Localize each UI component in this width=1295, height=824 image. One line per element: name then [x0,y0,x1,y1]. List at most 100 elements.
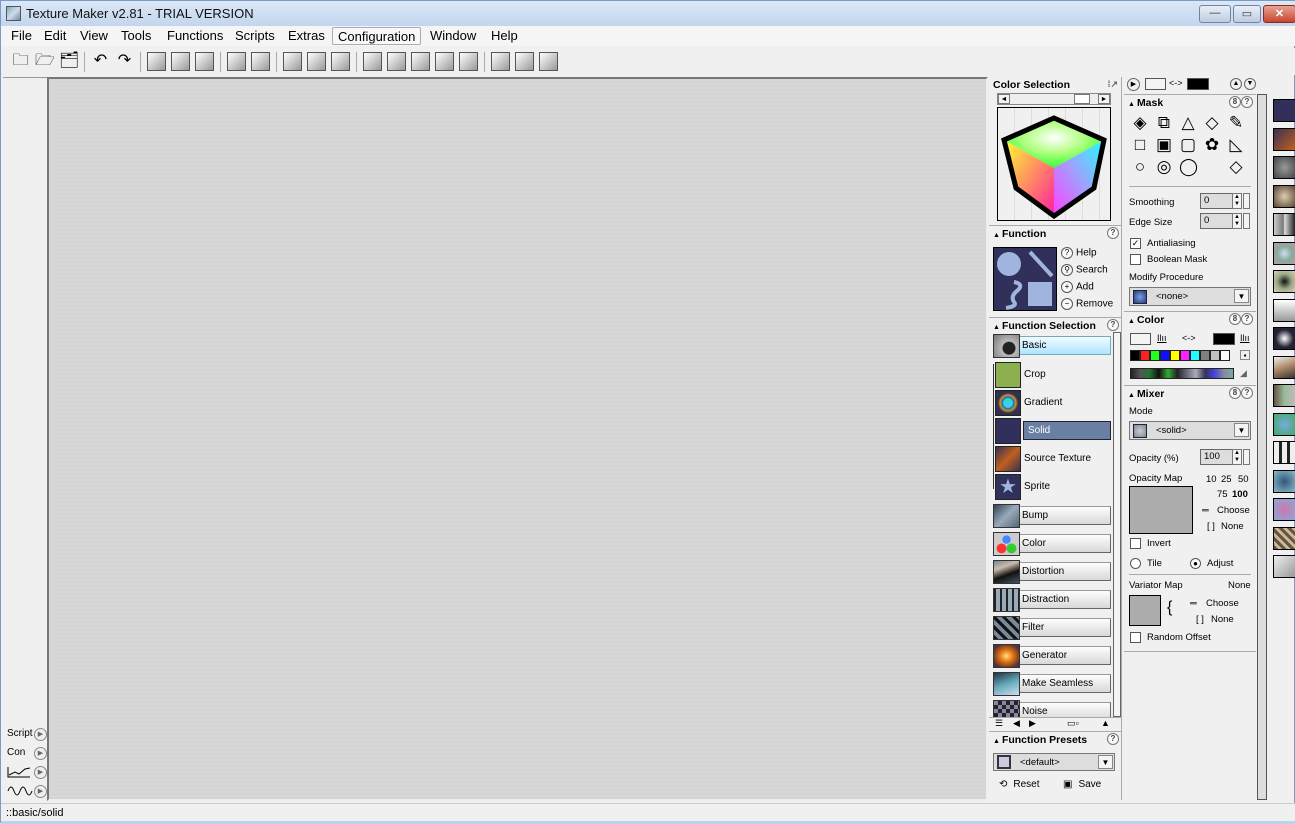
palette-swatch[interactable] [1150,350,1160,361]
opacity-map-choose-button[interactable]: Choose [1217,505,1250,516]
palette-swatch[interactable] [1130,350,1140,361]
function-selection-header[interactable]: ▲ Function Selection ? [989,317,1122,333]
function-remove-button[interactable]: − Remove [1061,298,1113,314]
menu-functions[interactable]: Functions [162,27,228,45]
save-button[interactable]: 🗂 [58,51,79,72]
opacity-preset-50[interactable]: 50 [1238,474,1249,485]
help-icon[interactable]: ? [1107,227,1119,239]
save-preset-button[interactable]: ▣ Save [1063,779,1101,790]
histogram-icon[interactable]: Ilıı [1157,333,1167,343]
mode-dropdown[interactable]: <solid> ▼ [1129,421,1251,440]
function-header[interactable]: ▲ Function ? [989,225,1122,241]
preview-button[interactable] [282,51,303,72]
foreground-color-swatch[interactable] [1145,78,1166,90]
thumbnail-source-texture[interactable] [1273,127,1295,151]
color-selection-header[interactable]: Color Selection ⁞↗ [989,77,1122,93]
category-basic[interactable]: Basic [993,334,1111,358]
circle-ring-icon[interactable]: ◎ [1155,158,1173,176]
wave-button[interactable]: ▶ [7,785,47,801]
blob-icon[interactable]: ✿ [1203,136,1221,154]
scroll-right-icon[interactable]: ► [1098,94,1110,104]
function-help-button[interactable]: ? Help [1061,247,1097,263]
swap-colors-button[interactable]: <-> [1169,78,1183,88]
thumbnail-spheres[interactable] [1273,156,1295,179]
help-icon[interactable]: ? [1107,733,1119,745]
triangle-icon[interactable]: ◺ [1227,136,1245,154]
fill-icon[interactable]: ◇ [1203,114,1221,132]
new-button[interactable]: 🗀 [10,51,31,72]
help-icon[interactable]: ? [1107,319,1119,331]
category-make-seamless[interactable]: Make Seamless [993,672,1111,696]
menu-window[interactable]: Window [425,27,481,45]
color-cube[interactable] [997,107,1111,221]
thumbnail-cracked[interactable] [1273,526,1295,550]
opacity-map-preview[interactable] [1129,486,1193,534]
function-solid[interactable]: Solid [995,418,1111,444]
maximize-button[interactable]: ▭ [1233,5,1261,23]
edge-size-link-icon[interactable] [1243,213,1250,229]
color-header[interactable]: ▲ Color 8 ? [1124,311,1256,327]
seamless-button[interactable] [386,51,407,72]
thumbnail-metal-spheres[interactable] [1273,184,1295,208]
graph-button[interactable]: ▶ [7,766,47,782]
opacity-preset-10[interactable]: 10 [1206,474,1217,485]
hexagon-button[interactable] [410,51,431,72]
random-offset-checkbox[interactable] [1130,632,1141,643]
undo-button[interactable]: ↶ [90,51,111,72]
category-generator[interactable]: Generator [993,644,1111,668]
category-distraction[interactable]: Distraction [993,588,1111,612]
next-icon[interactable]: ▶ [1029,718,1036,729]
transform-icon[interactable]: ⧉ [1155,114,1173,132]
diamond-select-icon[interactable]: ◇ [1227,158,1245,176]
adjust-radio[interactable]: ● [1190,558,1201,569]
scroll-down-icon[interactable]: ▼ [1244,78,1256,90]
function-sprite[interactable]: ★ Sprite [995,474,1111,500]
prev-icon[interactable]: ◀ [1013,718,1020,729]
smoothing-link-icon[interactable] [1243,193,1250,209]
thumbnail-bubble[interactable] [1273,241,1295,265]
opacity-preset-25[interactable]: 25 [1221,474,1232,485]
menu-view[interactable]: View [75,27,113,45]
edge-size-input[interactable]: 0 [1200,213,1234,229]
3d-sphere-button[interactable] [330,51,351,72]
palette-swatch[interactable] [1220,350,1230,361]
variator-map-preview[interactable] [1129,595,1161,626]
modify-procedure-dropdown[interactable]: <none> ▼ [1129,287,1251,306]
menu-file[interactable]: File [6,27,37,45]
texture-canvas[interactable] [47,77,988,801]
collapse-icon[interactable]: ▲ [1101,718,1110,728]
rect-gradient-icon[interactable]: ▢ [1179,136,1197,154]
variator-choose-button[interactable]: Choose [1206,598,1239,609]
smoothing-stepper[interactable]: ▲ ▼ [1232,193,1242,209]
thumbnail-rock[interactable] [1273,355,1295,379]
pattern-button[interactable] [458,51,479,72]
palette-swatch[interactable] [1140,350,1150,361]
help-icon[interactable]: ? [1241,96,1253,108]
3d-plane-button[interactable] [306,51,327,72]
list-icon[interactable]: ☰ [995,718,1003,729]
script-button[interactable]: Script ▶ [7,728,47,744]
opacity-link-icon[interactable] [1243,449,1250,465]
thumbnail-eye[interactable] [1273,270,1295,293]
scroll-thumb[interactable] [1074,94,1090,104]
antialiasing-checkbox[interactable]: ✓ [1130,238,1141,249]
rgb-icon[interactable]: △ [1179,114,1197,132]
palette-swatch[interactable] [1200,350,1210,361]
redo-button[interactable]: ↷ [114,51,135,72]
scroll-up-icon[interactable]: ▲ [1230,78,1242,90]
opacity-map-none-button[interactable]: None [1221,521,1244,532]
zigzag-button[interactable] [538,51,559,72]
layout-icon[interactable]: ▭▫ [1067,718,1079,729]
menu-configuration[interactable]: Configuration [332,27,422,45]
help-icon[interactable]: ? [1241,387,1253,399]
rect-inner-icon[interactable]: ▣ [1155,136,1173,154]
palette-menu-icon[interactable]: ▪ [1240,350,1250,360]
category-distortion[interactable]: Distortion [993,560,1111,584]
pin-icon[interactable]: ⁞↗ [1107,79,1118,90]
opacity-preset-75[interactable]: 75 [1217,489,1228,500]
function-list-scrollbar[interactable] [1113,332,1121,717]
close-button[interactable]: ✕ [1263,5,1295,23]
category-noise[interactable]: Noise [993,700,1111,717]
palette-swatch[interactable] [1180,350,1190,361]
color-selection-scrollbar[interactable]: ◄ ► [997,93,1111,105]
